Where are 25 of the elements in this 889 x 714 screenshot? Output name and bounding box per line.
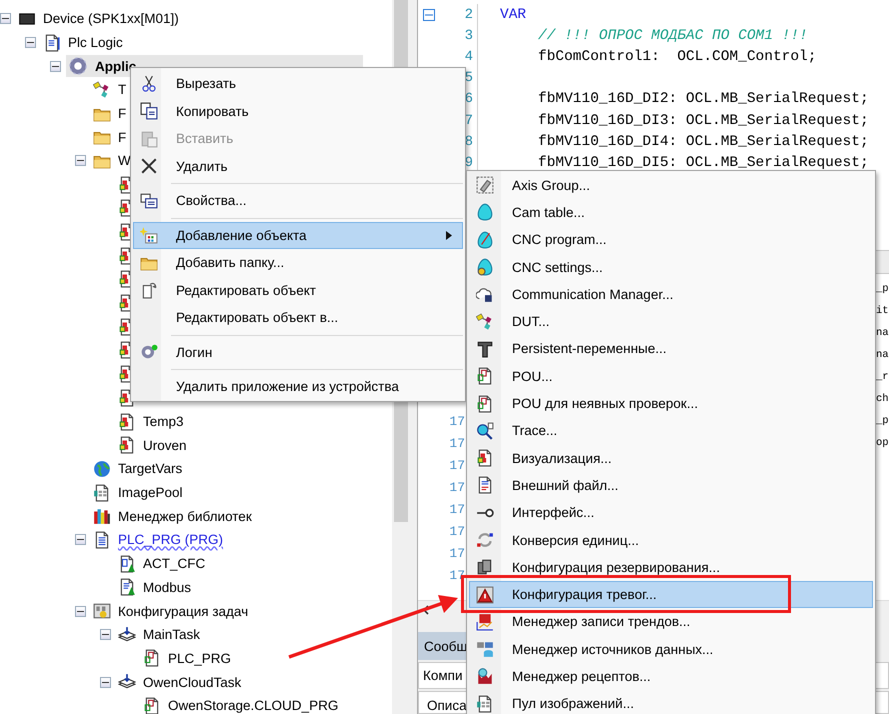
line-number: 17: [448, 480, 466, 494]
code-line: _p: [876, 283, 889, 295]
code-line: _r: [876, 371, 889, 383]
line-number: 17: [448, 546, 466, 560]
code-line: fbComControl1: OCL.COM_Control;: [537, 48, 818, 65]
line-number: 17: [448, 568, 466, 582]
code-line: it: [876, 305, 889, 317]
code-line: ch: [876, 393, 889, 405]
code-line: fbMV110_16D_DI3: OCL.MB_SerialRequest;: [537, 112, 870, 129]
code-line: fbMV110_16D_DI4: OCL.MB_SerialRequest;: [537, 134, 870, 150]
line-number: 17: [448, 524, 466, 538]
line-number: 17: [448, 436, 466, 450]
code-line: fbMV110_16D_DI5: OCL.MB_SerialRequest;: [537, 154, 870, 171]
code-line: _p: [876, 415, 889, 427]
code-line: fbMV110_16D_DI2: OCL.MB_SerialRequest;: [537, 91, 870, 108]
line-number: 2: [440, 4, 478, 26]
code-line: // !!! ОПРОС МОДБАС ПО COM1 !!!: [537, 28, 809, 44]
code-line: na: [876, 327, 889, 339]
line-number: 17: [448, 414, 466, 428]
line-number: 3: [440, 25, 478, 46]
code-line: VAR: [499, 6, 528, 23]
line-number: 17: [448, 502, 466, 516]
code-line: op: [876, 437, 889, 449]
line-number: 17: [448, 458, 466, 472]
code-line: na: [876, 349, 889, 361]
